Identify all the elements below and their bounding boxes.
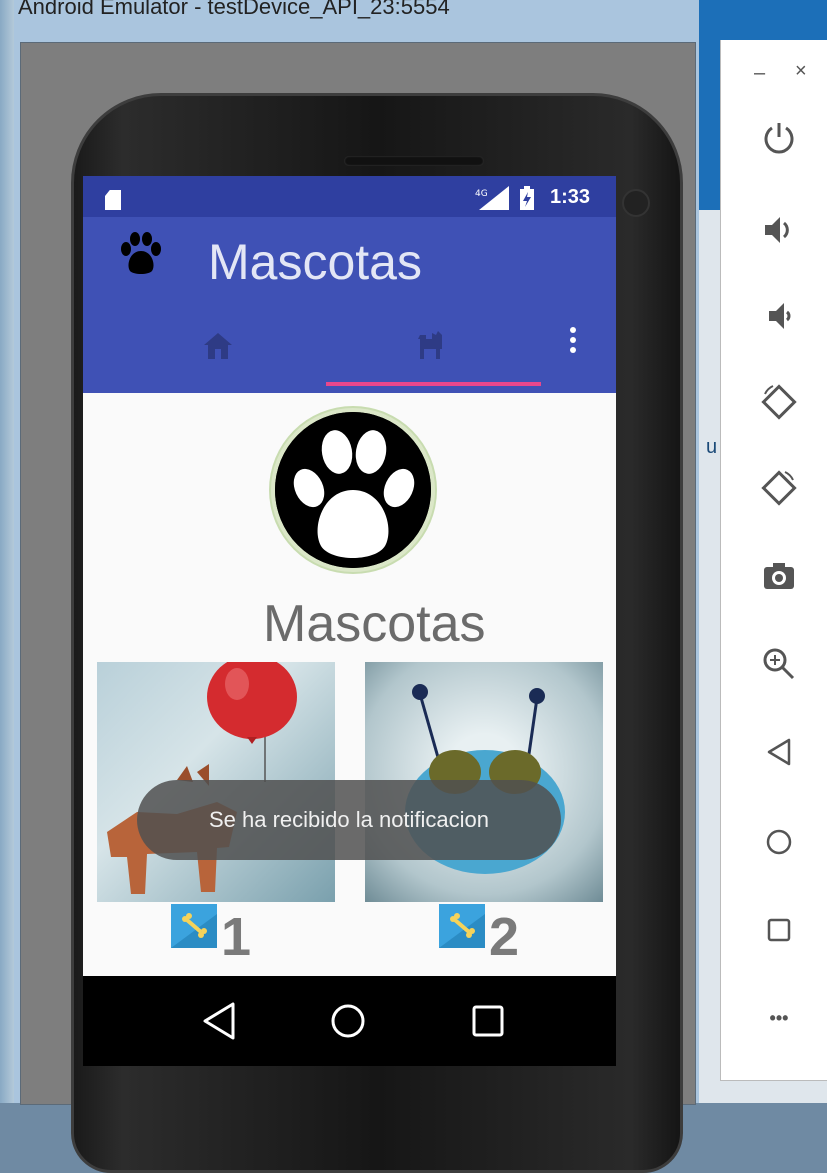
pet-rating: 2 — [365, 902, 603, 976]
screenshot-button[interactable] — [759, 556, 799, 596]
desktop-background — [0, 0, 14, 1103]
emulator-controls: – × ••• — [720, 40, 827, 1081]
battery-icon — [520, 186, 534, 210]
back-icon — [767, 738, 791, 766]
toast-message: Se ha recibido la notificacion — [137, 780, 561, 860]
bone-icon[interactable] — [439, 904, 485, 948]
zoom-in-icon — [763, 648, 795, 680]
toolbar-title: Mascotas — [208, 234, 422, 290]
phone-camera — [622, 189, 650, 217]
power-button[interactable] — [759, 118, 799, 158]
volume-down-button[interactable] — [759, 296, 799, 336]
back-button[interactable] — [759, 732, 799, 772]
home-button[interactable] — [759, 822, 799, 862]
overview-button[interactable] — [759, 910, 799, 950]
pet-rating: 1 — [97, 902, 335, 976]
navigation-bar — [83, 976, 616, 1066]
phone-speaker — [344, 156, 484, 166]
recents-icon[interactable] — [463, 996, 513, 1046]
network-type-label: 4G — [475, 189, 488, 199]
volume-down-icon — [769, 303, 791, 329]
rating-count: 1 — [221, 907, 252, 967]
overview-icon — [767, 918, 791, 942]
tab-pets[interactable] — [326, 297, 541, 393]
rotate-right-icon — [761, 470, 797, 506]
window-title: Android Emulator - testDevice_API_23:555… — [18, 0, 450, 19]
status-clock: 1:33 — [550, 186, 591, 208]
rating-count: 2 — [489, 907, 520, 967]
rotate-left-button[interactable] — [759, 382, 799, 422]
dog-icon — [418, 331, 442, 359]
more-button[interactable]: ••• — [759, 998, 799, 1038]
sd-card-icon — [105, 190, 121, 210]
zoom-button[interactable] — [759, 644, 799, 684]
paw-icon — [275, 412, 431, 568]
tab-bar — [83, 297, 616, 393]
paw-icon[interactable] — [118, 231, 164, 277]
device-screen[interactable]: 4G 1:33 Mascotas Mascotas 1 2 Se ha reci… — [83, 176, 616, 1066]
background-window-text: u — [706, 436, 718, 458]
close-button[interactable]: × — [795, 60, 807, 83]
power-icon — [764, 123, 794, 154]
profile-avatar — [271, 408, 435, 572]
home-icon — [766, 829, 792, 855]
rotate-right-button[interactable] — [759, 468, 799, 508]
overflow-menu-icon[interactable] — [563, 327, 583, 367]
app-toolbar: Mascotas — [83, 217, 616, 298]
volume-up-icon — [765, 217, 789, 243]
tab-home[interactable] — [118, 297, 333, 393]
camera-icon — [764, 563, 794, 589]
profile-name: Mascotas — [263, 595, 486, 653]
signal-icon: 4G — [475, 186, 509, 210]
back-icon[interactable] — [193, 996, 243, 1046]
volume-up-button[interactable] — [759, 210, 799, 250]
home-icon[interactable] — [323, 996, 373, 1046]
more-icon: ••• — [769, 1007, 789, 1028]
minimize-button[interactable]: – — [754, 62, 765, 85]
home-icon — [204, 333, 232, 359]
tab-indicator — [326, 382, 541, 386]
status-bar: 4G 1:33 — [83, 176, 616, 217]
bone-icon[interactable] — [171, 904, 217, 948]
rotate-left-icon — [761, 384, 797, 420]
